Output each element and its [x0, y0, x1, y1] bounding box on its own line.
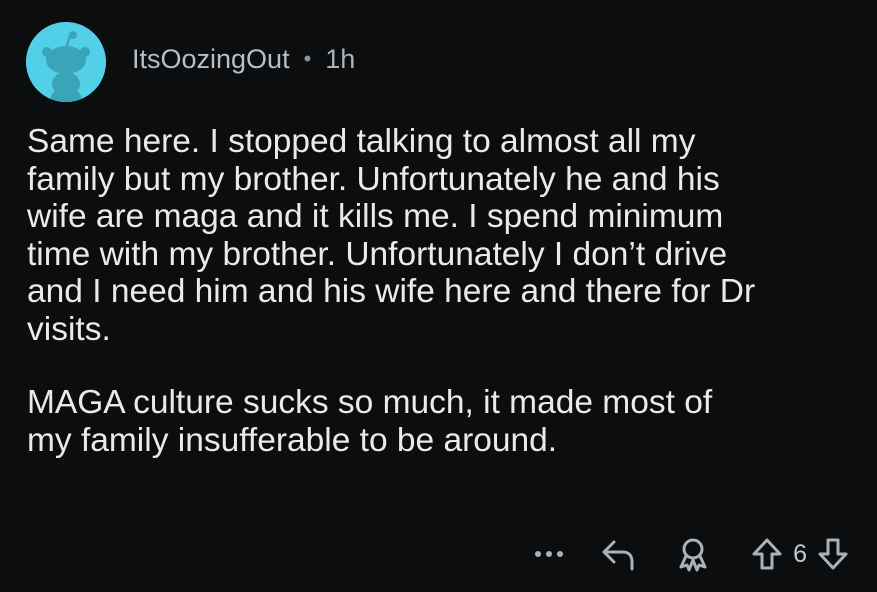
meta-separator: • [303, 46, 312, 71]
avatar[interactable] [26, 22, 106, 102]
snoo-avatar-icon [26, 22, 106, 102]
username[interactable]: ItsOozingOut [132, 44, 290, 75]
comment-header: ItsOozingOut • 1h [26, 22, 355, 102]
award-icon [679, 538, 707, 572]
vote-count: 6 [793, 539, 807, 568]
upvote-arrow-icon [752, 538, 782, 570]
more-dots-icon [535, 551, 564, 557]
comment-actions: 6 [527, 528, 855, 580]
reply-button[interactable] [597, 532, 641, 576]
comment-paragraph: Same here. I stopped talking to almost a… [27, 123, 756, 348]
comment-paragraph: MAGA culture sucks so much, it made most… [27, 384, 713, 459]
upvote-button[interactable] [745, 532, 789, 576]
timestamp: 1h [325, 43, 356, 74]
comment-body: Same here. I stopped talking to almost a… [27, 123, 857, 495]
more-options-button[interactable] [527, 532, 571, 576]
downvote-button[interactable] [811, 532, 855, 576]
comment-meta: ItsOozingOut • 1h [132, 44, 355, 75]
downvote-arrow-icon [818, 538, 848, 570]
comment: ItsOozingOut • 1h Same here. I stopped t… [0, 0, 877, 592]
award-button[interactable] [671, 532, 715, 576]
reply-arrow-icon [602, 540, 634, 571]
